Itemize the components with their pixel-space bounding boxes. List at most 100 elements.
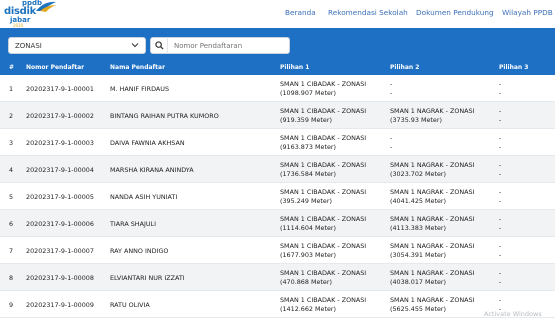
row-pilihan-3-distance: - [499,116,502,124]
row-nama-pendaftar: RATU OLIVIA [110,301,150,309]
row-pilihan-1: SMAN 1 CIBADAK - ZONASI [280,80,367,88]
row-nomor-pendaftar: 20202317-9-1-00002 [26,112,94,120]
row-nama-pendaftar: RAY ANNO INDIGO [110,247,169,255]
row-pilihan-2: SMAN 1 NAGRAK - ZONASI [390,107,475,115]
row-nama-pendaftar: ELVIANTARI NUR IZZATI [110,274,185,282]
row-pilihan-2-distance: (5625.455 Meter) [390,305,447,313]
nav-rekomendasi-sekolah[interactable]: Rekomendasi Sekolah [328,8,408,17]
row-index: 8 [9,274,14,282]
row-pilihan-1-distance: (919.359 Meter) [280,116,332,124]
row-index: 1 [9,85,14,93]
ppdb-logo[interactable]: ppdb disdik jabar 2020 [4,0,66,28]
table-row[interactable]: 4 20202317-9-1-00004 MARSHA KIRANA ANIND… [0,156,555,183]
row-index: 6 [9,220,14,228]
row-pilihan-1-distance: (1098.907 Meter) [280,89,337,97]
row-pilihan-3: - [499,188,502,196]
row-pilihan-3: - [499,296,502,304]
table-row[interactable]: 2 20202317-9-1-00002 BINTANG RAIHAN PUTR… [0,102,555,129]
row-pilihan-3-distance: - [499,143,502,151]
row-pilihan-2: SMAN 1 NAGRAK - ZONASI [390,188,475,196]
row-pilihan-1: SMAN 1 CIBADAK - ZONASI [280,161,367,169]
table-row[interactable]: 7 20202317-9-1-00007 RAY ANNO INDIGO SMA… [0,237,555,264]
row-nomor-pendaftar: 20202317-9-1-00005 [26,193,94,201]
jalur-select[interactable]: ZONASI [8,37,146,54]
row-pilihan-2-distance: (4038.017 Meter) [390,278,447,286]
table-row[interactable]: 5 20202317-9-1-00005 NANDA ASIH YUNIATI … [0,183,555,210]
row-pilihan-2-distance: (4113.383 Meter) [390,224,447,232]
row-pilihan-2: SMAN 1 NAGRAK - ZONASI [390,242,475,250]
row-nomor-pendaftar: 20202317-9-1-00003 [26,139,94,147]
nav-wilayah-ppdb[interactable]: Wilayah PPDB [502,8,553,17]
row-index: 7 [9,247,14,255]
header-pilihan-2: Pilihan 2 [390,64,420,71]
row-nomor-pendaftar: 20202317-9-1-00009 [26,301,94,309]
row-nama-pendaftar: M. HANIF FIRDAUS [110,85,170,93]
table-row[interactable]: 6 20202317-9-1-00006 TIARA SHAJULI SMAN … [0,210,555,237]
header-index: # [9,64,15,71]
row-pilihan-1: SMAN 1 CIBADAK - ZONASI [280,215,367,223]
row-pilihan-1: SMAN 1 CIBADAK - ZONASI [280,269,367,277]
row-pilihan-2: - [390,134,393,142]
row-nomor-pendaftar: 20202317-9-1-00004 [26,166,94,174]
row-pilihan-3: - [499,242,502,250]
row-pilihan-1-distance: (1114.604 Meter) [280,224,337,232]
row-pilihan-3-distance: - [499,278,502,286]
row-pilihan-1: SMAN 1 CIBADAK - ZONASI [280,107,367,115]
row-pilihan-3: - [499,134,502,142]
header-nomor-pendaftar: Nomor Pendaftar [26,64,85,71]
row-pilihan-2-distance: (3054.391 Meter) [390,251,447,259]
row-pilihan-3-distance: - [499,170,502,178]
row-nomor-pendaftar: 20202317-9-1-00007 [26,247,94,255]
row-pilihan-1-distance: (1412.662 Meter) [280,305,337,313]
row-index: 4 [9,166,14,174]
row-pilihan-1: SMAN 1 CIBADAK - ZONASI [280,296,367,304]
row-index: 9 [9,301,14,309]
nav-dokumen-pendukung[interactable]: Dokumen Pendukung [416,8,494,17]
header-pilihan-1: Pilihan 1 [280,64,310,71]
row-nama-pendaftar: TIARA SHAJULI [110,220,156,228]
row-nomor-pendaftar: 20202317-9-1-00006 [26,220,94,228]
activate-windows-watermark: Activate Windows [484,310,542,318]
search-icon [155,41,164,50]
row-pilihan-3: - [499,215,502,223]
row-pilihan-3-distance: - [499,224,502,232]
row-nomor-pendaftar: 20202317-9-1-00008 [26,274,94,282]
row-pilihan-2-distance: (3735.93 Meter) [390,116,442,124]
row-pilihan-1-distance: (395.249 Meter) [280,197,332,205]
row-pilihan-2-distance: (3023.702 Meter) [390,170,447,178]
row-nomor-pendaftar: 20202317-9-1-00001 [26,85,94,93]
header-nama-pendaftar: Nama Pendaftar [110,64,166,71]
row-pilihan-3: - [499,107,502,115]
row-pilihan-2: - [390,80,393,88]
table-row[interactable]: 8 20202317-9-1-00008 ELVIANTARI NUR IZZA… [0,264,555,291]
row-pilihan-1-distance: (1677.903 Meter) [280,251,337,259]
table-row[interactable]: 9 20202317-9-1-00009 RATU OLIVIA SMAN 1 … [0,291,555,318]
row-pilihan-2: SMAN 1 NAGRAK - ZONASI [390,215,475,223]
row-nama-pendaftar: DAIVA FAWNIA AKHSAN [110,139,185,147]
row-index: 2 [9,112,14,120]
row-pilihan-2-distance: - [390,143,393,151]
table-header: # Nomor Pendaftar Nama Pendaftar Pilihan… [0,60,555,75]
row-pilihan-3-distance: - [499,251,502,259]
row-nama-pendaftar: MARSHA KIRANA ANINDYA [110,166,194,174]
row-index: 3 [9,139,14,147]
row-pilihan-2-distance: (4041.425 Meter) [390,197,447,205]
row-pilihan-2: SMAN 1 NAGRAK - ZONASI [390,161,475,169]
nav-beranda[interactable]: Beranda [285,8,316,17]
table-row[interactable]: 3 20202317-9-1-00003 DAIVA FAWNIA AKHSAN… [0,129,555,156]
row-index: 5 [9,193,14,201]
row-pilihan-1-distance: (1736.584 Meter) [280,170,337,178]
row-pilihan-3: - [499,80,502,88]
chevron-down-icon [131,43,139,48]
row-nama-pendaftar: NANDA ASIH YUNIATI [110,193,178,201]
table-row[interactable]: 1 20202317-9-1-00001 M. HANIF FIRDAUS SM… [0,75,555,102]
header-pilihan-3: Pilihan 3 [499,64,529,71]
row-pilihan-1-distance: (470.868 Meter) [280,278,332,286]
row-pilihan-1: SMAN 1 CIBADAK - ZONASI [280,134,367,142]
row-pilihan-3-distance: - [499,197,502,205]
search-input[interactable] [168,37,290,54]
search-button[interactable] [150,37,168,54]
row-pilihan-3: - [499,269,502,277]
row-pilihan-1: SMAN 1 CIBADAK - ZONASI [280,188,367,196]
row-pilihan-3-distance: - [499,89,502,97]
